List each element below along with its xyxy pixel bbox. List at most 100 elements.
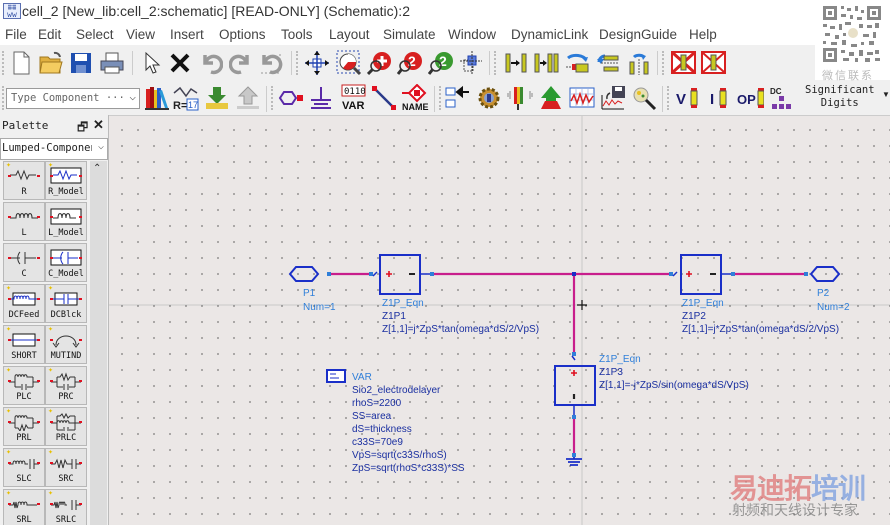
significant-digits-button[interactable]: Significant Digits [805,84,875,110]
ground-symbol[interactable] [566,453,582,466]
port-p1[interactable]: P1 Num=1 [288,266,336,313]
close-icon[interactable]: ✕ [93,117,104,133]
type-component-combobox[interactable]: Type Component ··· ⌵ [6,88,140,109]
menu-file[interactable]: File [5,27,27,42]
new-icon[interactable] [7,49,35,77]
import-icon[interactable] [203,84,231,112]
scroll-up-icon[interactable]: ⌃ [93,163,101,174]
palette-item-prc[interactable]: ✦ PRC [45,366,87,405]
palette-item-prlc[interactable]: ✦ PRLC [45,407,87,446]
palette-item-dcblck[interactable]: ✦ DCBlck [45,284,87,323]
undo-all-icon[interactable] [257,49,285,77]
menu-select[interactable]: Select [76,27,114,42]
palette-item-slc[interactable]: ✦ SLC [3,448,45,487]
menu-designguide[interactable]: DesignGuide [599,27,677,42]
svg-text:VpS=sqrt(c33S/rhoS): VpS=sqrt(c33S/rhoS) [352,450,447,461]
menu-dynamiclink[interactable]: DynamicLink [511,27,588,42]
palette-item-srl[interactable]: ✦ SRL [3,489,45,525]
palette-item-c[interactable]: C [3,243,45,282]
optimize-wand-icon[interactable] [630,84,658,112]
zoom-point-icon[interactable] [457,49,485,77]
palette-item-l[interactable]: L [3,202,45,241]
push-into-hierarchy-icon[interactable] [502,49,530,77]
var-block[interactable]: VAR Sio2_electrodelayer rhoS=2200 SS=are… [326,369,465,474]
component-history-icon[interactable]: R= 17 [172,84,200,112]
palette-item-r[interactable]: ✦ R [3,161,45,200]
component-z1p1[interactable]: Z1P_Eqn Z1P1 Z[1,1]=j*ZpS*tan(omega*dS/2… [369,254,539,335]
port-p2[interactable]: P2 Num=2 [804,266,850,313]
component-z1p3[interactable]: Z1P_Eqn Z1P3 Z[1,1]=-j*ZpS/sin(omega*dS/… [554,352,749,419]
menu-simulate[interactable]: Simulate [383,27,436,42]
mirror-y-icon[interactable] [625,49,653,77]
voltage-annotation-icon[interactable]: V [674,84,702,112]
svg-text:DC: DC [770,87,782,96]
zoom-view-all-icon[interactable] [335,49,363,77]
simulate-icon[interactable] [537,84,565,112]
palette-item-short[interactable]: ✦ SHORT [3,325,45,364]
toolbar-grip[interactable] [271,86,276,110]
menu-edit[interactable]: Edit [38,27,61,42]
data-display-icon[interactable] [568,84,596,112]
netlist-icon[interactable] [444,84,472,112]
save-icon[interactable] [67,49,95,77]
menu-insert[interactable]: Insert [170,27,204,42]
l-symbol-icon [8,213,40,219]
menu-tools[interactable]: Tools [281,27,313,42]
toolbar-grip[interactable] [494,51,499,75]
menu-help[interactable]: Help [689,27,717,42]
toolbar-overflow-icon[interactable]: ▼ [882,90,890,99]
export-icon[interactable] [234,84,262,112]
palette-item-l-model[interactable]: L_Model [45,202,87,241]
toolbar-grip[interactable] [667,86,672,110]
toolbar-grip[interactable] [662,51,667,75]
pan-icon[interactable] [303,49,331,77]
var-icon[interactable]: 0110 VAR [339,84,367,112]
pop-out-hierarchy-icon[interactable] [532,49,560,77]
schematic-canvas[interactable]: P1 Num=1 Z1P_Eqn Z1P1 Z[1,1]=j*ZpS*tan(o… [109,116,890,525]
current-annotation-icon[interactable]: I [705,84,733,112]
deactivate-icon[interactable] [670,49,698,77]
palette-item-r-model[interactable]: ✦ R_Model [45,161,87,200]
palette-item-dcfeed[interactable]: ✦ DCFeed [3,284,45,323]
short-deactivate-icon[interactable] [700,49,728,77]
print-icon[interactable] [98,49,126,77]
svg-text:2: 2 [408,53,416,69]
zoom-in-icon[interactable] [366,49,394,77]
dc-annotation-icon[interactable]: DC [768,84,796,112]
name-icon[interactable]: NAME [401,84,429,112]
library-browser-icon[interactable] [143,84,171,112]
simulate-settings-icon[interactable] [475,84,503,112]
menu-view[interactable]: View [126,27,155,42]
save-data-icon[interactable] [599,84,627,112]
palette-item-label: C [21,269,27,279]
menu-layout[interactable]: Layout [329,27,370,42]
select-pointer-icon[interactable] [137,49,165,77]
toolbar-grip[interactable] [296,51,301,75]
palette-item-c-model[interactable]: C_Model [45,243,87,282]
component-z1p2[interactable]: Z1P_Eqn Z1P2 Z[1,1]=j*ZpS*tan(omega*dS/2… [669,254,839,335]
rotate-icon[interactable] [563,49,591,77]
menu-options[interactable]: Options [219,27,266,42]
op-annotation-icon[interactable]: OP [736,84,764,112]
svg-text:Z1P2: Z1P2 [682,311,706,322]
open-icon[interactable] [37,49,65,77]
palette-item-src[interactable]: ✦ SRC [45,448,87,487]
undo-icon[interactable] [197,49,225,77]
palette-item-mutind[interactable]: ✦ MUTIND [45,325,87,364]
mirror-x-icon[interactable] [594,49,622,77]
palette-item-plc[interactable]: ✦ PLC [3,366,45,405]
menu-window[interactable]: Window [448,27,496,42]
port-icon[interactable] [277,84,305,112]
tune-icon[interactable] [506,84,534,112]
zoom-out-2x-icon[interactable]: 2 [427,49,455,77]
chevron-down-icon[interactable]: ⌵ [129,90,136,103]
svg-text:V: V [676,91,686,108]
palette-scrollbar[interactable]: ⌃ [90,161,107,525]
zoom-in-2x-icon[interactable]: 2 [396,49,424,77]
delete-icon[interactable] [166,49,194,77]
palette-item-srlc[interactable]: ✦ SRLC [45,489,87,525]
ground-icon[interactable] [307,84,335,112]
wire-icon[interactable] [370,84,398,112]
palette-item-prl[interactable]: ✦ PRL [3,407,45,446]
redo-icon[interactable] [227,49,255,77]
